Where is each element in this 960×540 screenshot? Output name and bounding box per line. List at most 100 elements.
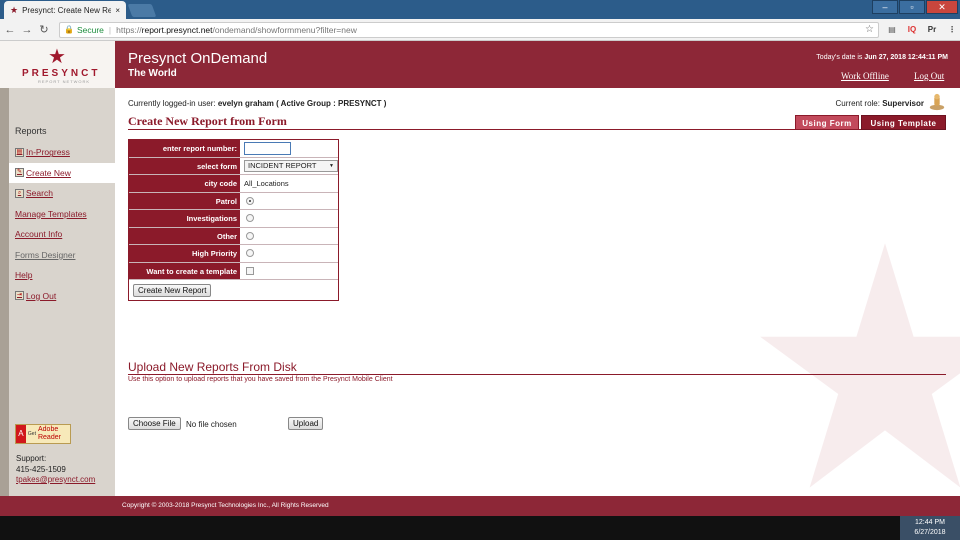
sidebar-heading: Reports: [15, 126, 47, 136]
other-label: Other: [129, 227, 240, 244]
select-form-label: select form: [129, 157, 240, 174]
extension-iq-icon[interactable]: IQ: [905, 24, 919, 36]
url-input[interactable]: 🔒 Secure | https:// report.presynct.net …: [59, 21, 879, 38]
presynct-favicon-icon: ★: [10, 4, 19, 15]
main-content: Currently logged-in user: evelyn graham …: [115, 88, 960, 496]
form-select-dropdown[interactable]: INCIDENT REPORT ▼: [244, 159, 338, 172]
sidebar-item-search[interactable]: ⌕ Search: [9, 183, 115, 204]
os-taskbar: 12:44 PM 6/27/2018: [0, 516, 960, 540]
app-header: ★ PRESYNCT REPORT NETWORK Presynct OnDem…: [0, 41, 960, 88]
sidebar-item-account-info[interactable]: Account Info: [9, 224, 115, 245]
sidebar-item-label: Search: [26, 188, 53, 199]
tab-using-form[interactable]: Using Form: [795, 115, 859, 130]
sidebar-item-label: In-Progress: [26, 147, 70, 158]
header-logout-link[interactable]: Log Out: [914, 71, 944, 81]
login-user: evelyn graham ( Active Group : PRESYNCT …: [217, 99, 387, 108]
logo[interactable]: ★ PRESYNCT REPORT NETWORK: [0, 41, 115, 88]
report-number-input[interactable]: [244, 141, 291, 155]
browser-tab[interactable]: ★ Presynct: Create New Rep ×: [4, 1, 126, 19]
lock-icon: 🔒: [64, 25, 74, 34]
select-form-cell: INCIDENT REPORT ▼: [240, 158, 338, 175]
form-row-city-code: city code All_Locations: [129, 175, 338, 193]
sidebar-item-label: Forms Designer: [15, 249, 76, 260]
clock-date: 6/27/2018: [914, 529, 946, 536]
get-adobe-reader-badge[interactable]: A Get Adobe Reader: [15, 424, 71, 444]
secure-label: Secure: [76, 24, 104, 35]
choose-file-button[interactable]: Choose File: [128, 417, 181, 430]
investigations-label: Investigations: [129, 210, 240, 227]
stamp-icon: [929, 93, 945, 111]
sidebar-edge: [0, 88, 9, 496]
bookmark-star-icon[interactable]: ☆: [865, 24, 874, 35]
report-icon: ▤: [15, 147, 24, 157]
logo-text: PRESYNCT: [22, 68, 101, 79]
page-title: Create New Report from Form: [128, 114, 287, 128]
browser-tab-strip: ★ Presynct: Create New Rep × – ▫ ✕: [0, 0, 960, 19]
extension-icon[interactable]: ▤: [885, 24, 899, 36]
file-status: No file chosen: [186, 420, 237, 429]
back-arrow-icon[interactable]: ←: [3, 24, 17, 36]
form-row-select-form: select form INCIDENT REPORT ▼: [129, 157, 338, 175]
work-offline-link[interactable]: Work Offline: [841, 71, 889, 81]
logged-in-user: Currently logged-in user: evelyn graham …: [128, 99, 386, 108]
reload-icon[interactable]: ↻: [37, 23, 51, 36]
sidebar-menu: Reports ▤ In-Progress ✎ Create New ⌕ Search…: [9, 126, 115, 306]
investigations-cell: [240, 210, 338, 227]
create-new-report-button[interactable]: Create New Report: [133, 283, 212, 297]
patrol-radio[interactable]: [246, 196, 254, 205]
template-cell: [240, 263, 338, 280]
form-row-other: Other: [129, 227, 338, 245]
date-value: Jun 27, 2018 12:44:11 PM: [864, 54, 948, 61]
form-row-template: Want to create a template: [129, 262, 338, 280]
sidebar-item-manage-templates[interactable]: Manage Templates: [9, 204, 115, 225]
patrol-label: Patrol: [129, 192, 240, 209]
browser-address-bar: ← → ↻ 🔒 Secure | https:// report.presync…: [0, 19, 960, 41]
forward-arrow-icon[interactable]: →: [20, 24, 34, 36]
report-number-cell: [240, 140, 338, 157]
form-row-investigations: Investigations: [129, 210, 338, 228]
system-clock[interactable]: 12:44 PM 6/27/2018: [900, 516, 960, 540]
support-email-link[interactable]: tpakes@presynct.com: [16, 475, 95, 486]
role-value: Supervisor: [882, 99, 924, 108]
sidebar-item-forms-designer[interactable]: Forms Designer: [9, 245, 115, 266]
upload-button[interactable]: Upload: [288, 417, 324, 430]
sidebar-item-create-new[interactable]: ✎ Create New: [9, 162, 115, 183]
form-row-patrol: Patrol: [129, 192, 338, 210]
investigations-radio[interactable]: [246, 214, 254, 223]
sidebar-item-help[interactable]: Help: [9, 265, 115, 286]
new-tab-button[interactable]: [127, 4, 157, 17]
sidebar: Reports ▤ In-Progress ✎ Create New ⌕ Search…: [0, 88, 115, 496]
other-radio[interactable]: [246, 231, 254, 240]
form-select-value: INCIDENT REPORT: [248, 161, 317, 171]
form-row-submit: Create New Report: [129, 280, 338, 300]
adobe-icon: A: [16, 425, 26, 443]
extension-pr-icon[interactable]: Pr: [925, 24, 939, 36]
tab-using-template[interactable]: Using Template: [861, 115, 946, 130]
search-icon: ⌕: [15, 188, 24, 198]
tab-close-icon[interactable]: ×: [115, 6, 120, 15]
clock-time: 12:44 PM: [915, 519, 945, 526]
window-close-button[interactable]: ✕: [926, 0, 958, 14]
upload-divider: [128, 374, 946, 375]
sidebar-item-in-progress[interactable]: ▤ In-Progress: [9, 142, 115, 163]
browser-menu-icon[interactable]: ⋮: [945, 24, 959, 36]
support-phone: 415-425-1509: [16, 464, 66, 474]
sidebar-item-log-out[interactable]: ⇥ Log Out: [9, 286, 115, 307]
form-row-high-priority: High Priority: [129, 245, 338, 263]
app-footer: Copyright © 2003-2018 Presynct Technolog…: [0, 496, 960, 516]
create-template-checkbox[interactable]: [246, 266, 254, 275]
sidebar-item-label: Help: [15, 270, 33, 281]
url-scheme: https://: [116, 24, 142, 35]
adobe-label: Adobe Reader: [37, 426, 61, 441]
date-prefix: Today's date is: [816, 54, 865, 61]
browser-tab-title: Presynct: Create New Rep: [22, 5, 112, 15]
adobe-get-label: Get: [27, 431, 36, 437]
sidebar-item-label: Account Info: [15, 229, 63, 240]
report-number-label: enter report number:: [129, 140, 240, 157]
city-code-label: city code: [129, 175, 240, 192]
support-info: Support: 415-425-1509 tpakes@presynct.co…: [16, 454, 95, 486]
background-star-icon: [760, 243, 960, 488]
window-minimize-button[interactable]: –: [872, 0, 898, 14]
high-priority-radio[interactable]: [246, 249, 254, 258]
window-maximize-button[interactable]: ▫: [899, 0, 925, 14]
